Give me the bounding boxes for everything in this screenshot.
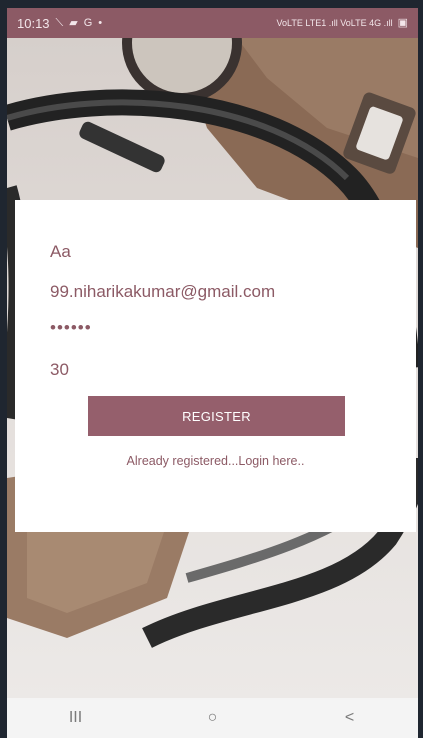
- battery-icon: ▣: [397, 16, 408, 29]
- login-link[interactable]: Already registered...Login here..: [15, 454, 416, 468]
- register-button[interactable]: REGISTER: [88, 396, 345, 436]
- register-form-card: Aa 99.niharikakumar@gmail.com •••••• 30 …: [15, 200, 416, 532]
- home-icon[interactable]: ○: [193, 703, 233, 733]
- google-icon: G: [83, 16, 93, 29]
- recent-apps-icon[interactable]: III: [56, 703, 96, 733]
- dot-icon: •: [98, 16, 103, 29]
- password-input[interactable]: ••••••: [50, 318, 92, 338]
- email-input[interactable]: 99.niharikakumar@gmail.com: [50, 282, 275, 302]
- back-icon[interactable]: <: [330, 703, 370, 733]
- signal-slash-icon: ⟍: [55, 16, 64, 29]
- status-time: 10:13: [17, 15, 50, 31]
- name-input[interactable]: Aa: [50, 242, 71, 262]
- network-status: VoLTE LTE1 .ıll VoLTE 4G .ıll: [276, 18, 393, 28]
- navigation-bar: III ○ <: [7, 698, 418, 738]
- status-bar: 10:13 ⟍ ▰ G • VoLTE LTE1 .ıll VoLTE 4G .…: [7, 8, 418, 38]
- age-input[interactable]: 30: [50, 360, 69, 380]
- phone-screen: 10:13 ⟍ ▰ G • VoLTE LTE1 .ıll VoLTE 4G .…: [7, 8, 418, 738]
- message-icon: ▰: [69, 16, 78, 29]
